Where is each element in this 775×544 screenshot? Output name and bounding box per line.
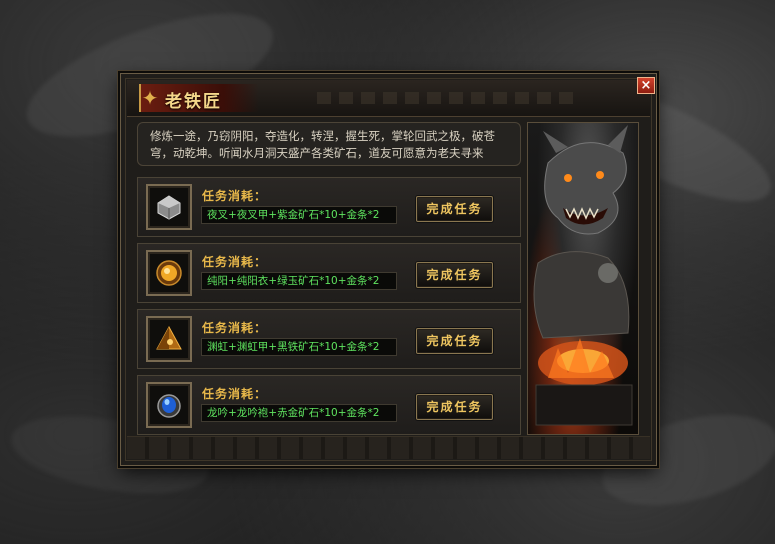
dragon-icon (533, 125, 633, 426)
title-bar: ✦ 老铁匠 (127, 80, 650, 117)
amber-pyramid-icon (156, 326, 182, 350)
task-requirement: 渊虹+渊虹甲+黑铁矿石*10+金条*2 (201, 338, 397, 356)
complete-task-button[interactable]: 完成任务 (416, 328, 493, 354)
item-slot[interactable] (146, 316, 192, 362)
task-requirement: 纯阳+纯阳衣+绿玉矿石*10+金条*2 (201, 272, 397, 290)
complete-task-button[interactable]: 完成任务 (416, 196, 493, 222)
dragon-blacksmith-portrait (527, 122, 639, 435)
task-row: 任务消耗： 渊虹+渊虹甲+黑铁矿石*10+金条*2 完成任务 (137, 309, 521, 369)
task-requirement: 龙吟+龙吟袍+赤金矿石*10+金条*2 (201, 404, 397, 422)
task-cost-label: 任务消耗： (202, 255, 268, 269)
intro-text-box: 修炼一途，乃窃阴阳，夺造化，转涅，握生死，掌轮回武之极，破苍穹，动乾坤。听闻水月… (137, 122, 521, 166)
task-row: 任务消耗： 夜叉+夜叉甲+紫金矿石*10+金条*2 完成任务 (137, 177, 521, 237)
item-slot[interactable] (146, 382, 192, 428)
task-cost-label: 任务消耗： (202, 189, 268, 203)
bottom-ornament-bar (127, 436, 650, 459)
task-row: 任务消耗： 龙吟+龙吟袍+赤金矿石*10+金条*2 完成任务 (137, 375, 521, 435)
title-ornament (317, 92, 580, 104)
intro-text: 修炼一途，乃窃阴阳，夺造化，转涅，握生死，掌轮回武之极，破苍穹，动乾坤。听闻水月… (150, 129, 495, 160)
task-cost-label: 任务消耗： (202, 321, 268, 335)
task-requirement: 夜叉+夜叉甲+紫金矿石*10+金条*2 (201, 206, 397, 224)
task-cost-label: 任务消耗： (202, 387, 268, 401)
blue-gem-ring-icon (157, 394, 181, 418)
dragon-emblem-icon: ✦ (141, 86, 159, 110)
complete-task-button[interactable]: 完成任务 (416, 262, 493, 288)
blacksmith-dialog: ✦ 老铁匠 × 修炼一途，乃窃阴阳，夺造化，转涅，握生死，掌轮回武之极，破苍穹，… (120, 73, 657, 466)
task-row: 任务消耗： 纯阳+纯阳衣+绿玉矿石*10+金条*2 完成任务 (137, 243, 521, 303)
complete-task-button[interactable]: 完成任务 (416, 394, 493, 420)
silver-cube-icon (157, 195, 181, 220)
golden-orb-icon (156, 260, 182, 286)
close-button[interactable]: × (637, 77, 655, 94)
item-slot[interactable] (146, 184, 192, 230)
dialog-title: 老铁匠 (165, 92, 222, 112)
item-slot[interactable] (146, 250, 192, 296)
